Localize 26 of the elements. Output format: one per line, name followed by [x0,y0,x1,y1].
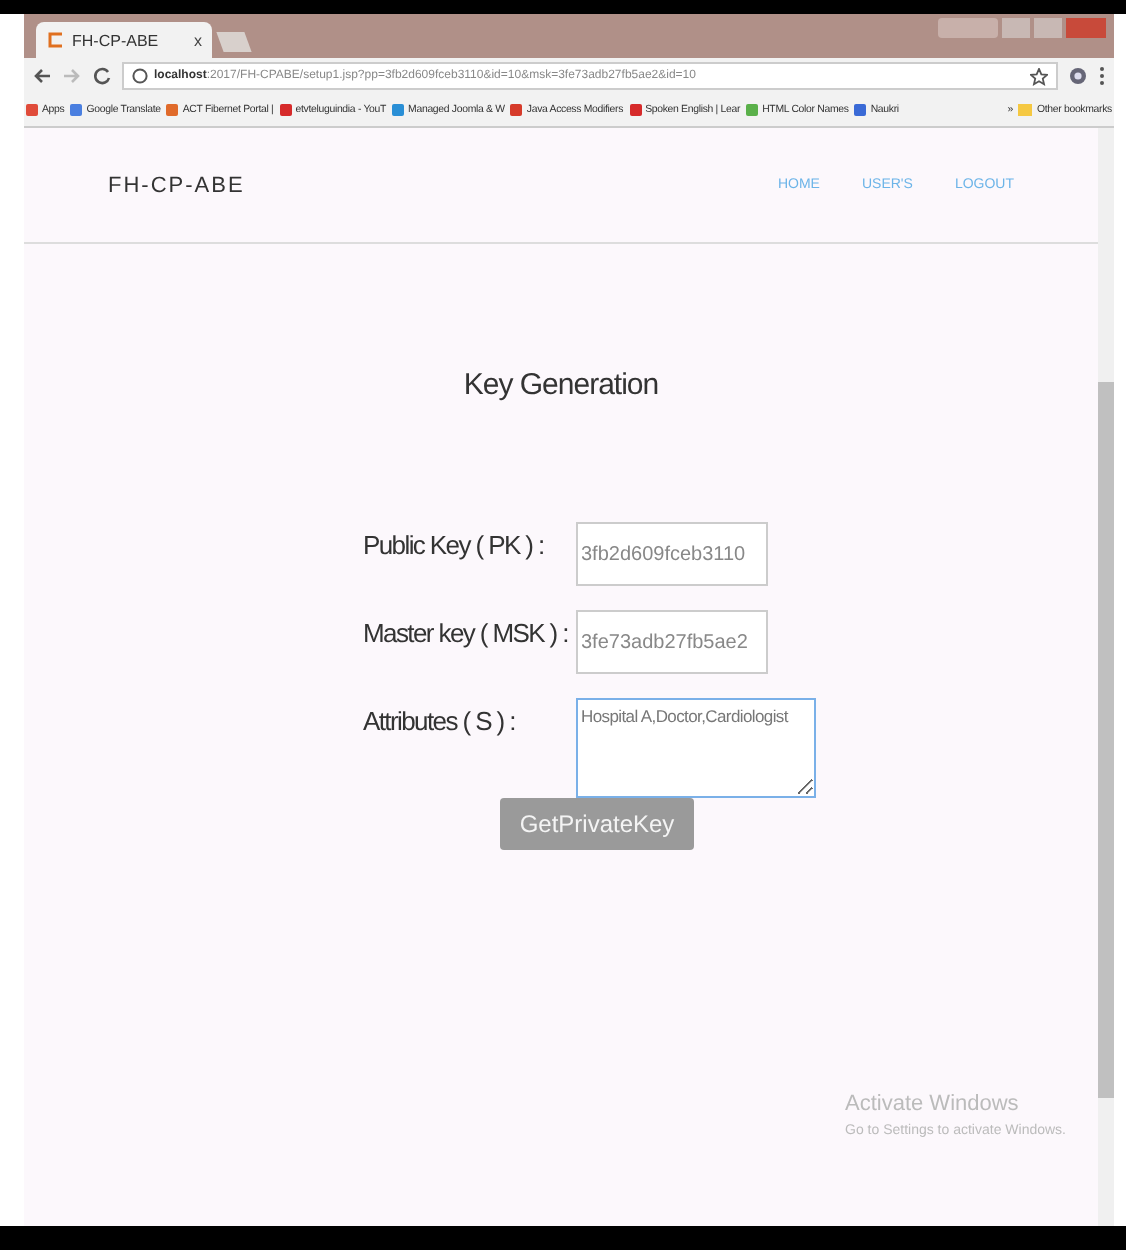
field-label: Public Key ( PK ) : [363,528,546,560]
field-label: Master key ( MSK ) : [363,616,570,648]
tab-close-button[interactable]: x [194,31,202,49]
extension-icon[interactable] [1068,66,1088,86]
maximize-button[interactable] [1034,18,1062,38]
close-button[interactable] [1066,18,1106,38]
star-icon[interactable] [1030,67,1048,85]
reload-icon[interactable] [92,66,112,86]
new-tab-button[interactable] [216,32,252,52]
text-area[interactable]: Hospital A,Doctor,Cardiologist [575,698,815,798]
info-icon [132,68,148,84]
page-heading: Key Generation [463,368,659,402]
activation-title: Activate Windows [845,1092,1021,1116]
site-brand[interactable]: FH-CP-ABE [108,173,245,197]
profile-button[interactable] [938,18,998,38]
scrollbar[interactable] [1098,128,1114,1226]
forward-icon[interactable] [62,66,82,86]
input-field[interactable]: 3fb2d609fceb3110 [575,522,767,586]
minimize-button[interactable] [1002,18,1030,38]
menu-icon[interactable] [1098,66,1106,86]
back-icon[interactable] [32,66,52,86]
input-field[interactable]: 3fe73adb27fb5ae2 [575,610,767,674]
page-icon [46,30,66,50]
browser-tab[interactable]: FH-CP-ABE x [36,22,212,58]
field-label: Attributes ( S ) : [363,704,517,736]
tab-title: FH-CP-ABE [72,31,161,49]
